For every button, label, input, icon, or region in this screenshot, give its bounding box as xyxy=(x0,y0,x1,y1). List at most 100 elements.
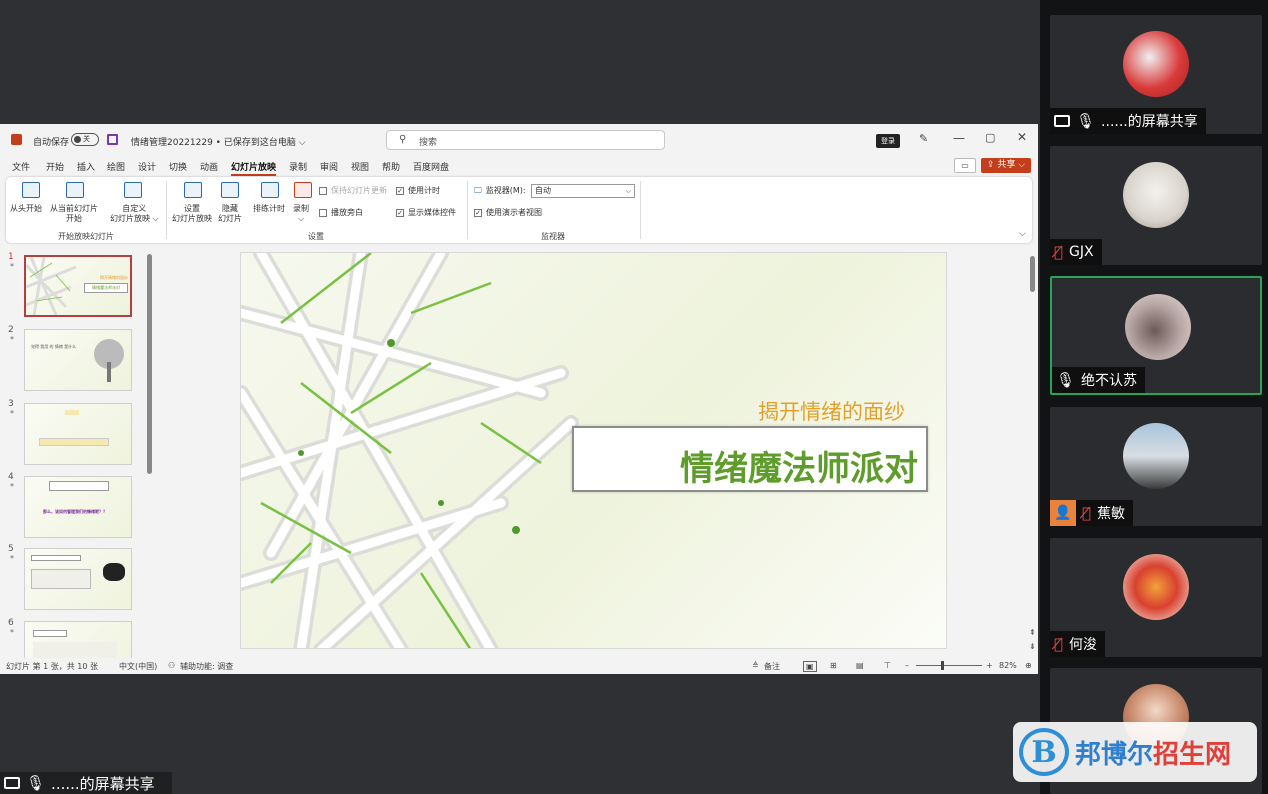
participant-tile[interactable]: 🎙̸ GJX xyxy=(1050,146,1262,265)
record-label: 录制 xyxy=(293,204,309,213)
tab-slideshow[interactable]: 幻灯片放映 xyxy=(231,160,277,176)
tab-record[interactable]: 录制 xyxy=(289,160,307,173)
normal-view-icon[interactable]: ▣ xyxy=(803,661,817,672)
tab-design[interactable]: 设计 xyxy=(138,160,156,173)
participant-tile[interactable]: 🎙̸ 何浚 xyxy=(1050,538,1262,657)
tab-draw[interactable]: 绘图 xyxy=(107,160,125,173)
thumbnail-slide-2[interactable]: 觉得 我用 的 情绪 是什么 xyxy=(24,329,132,391)
tab-file[interactable]: 文件 xyxy=(12,160,30,173)
tab-home[interactable]: 开始 xyxy=(46,160,64,173)
hide-slide-button[interactable]: 隐藏 幻灯片 xyxy=(218,204,242,224)
slide-title-box[interactable]: 情绪魔法师派对 xyxy=(572,426,928,492)
thumbnail-slide-5[interactable] xyxy=(24,548,132,610)
setup-show-button[interactable]: 设置 幻灯片放映 xyxy=(172,204,212,224)
record-dropdown-icon: ⌵ xyxy=(297,214,305,223)
share-button[interactable]: ⇪ 共享 ⌵ xyxy=(981,158,1031,173)
rehearse-timings-icon[interactable] xyxy=(261,182,279,198)
slide-count-status: 幻灯片 第 1 张，共 10 张 xyxy=(6,662,98,671)
login-button[interactable]: 登录 xyxy=(876,134,900,148)
zoom-level[interactable]: 82% xyxy=(999,661,1017,670)
from-current-label-2: 开始 xyxy=(66,214,82,223)
participant-tile[interactable]: 👤 🎙̸ 蕉敏 xyxy=(1050,407,1262,526)
show-media-label: 显示媒体控件 xyxy=(408,208,456,217)
thumb-shape xyxy=(33,630,67,637)
tab-animations[interactable]: 动画 xyxy=(200,160,218,173)
thumbnail-slide-3[interactable] xyxy=(24,403,132,465)
record-icon[interactable] xyxy=(294,182,312,198)
notes-button[interactable]: 备注 xyxy=(764,661,780,672)
thumb-star: * xyxy=(10,554,14,563)
group-divider xyxy=(166,181,167,239)
notes-icon[interactable]: ≜ xyxy=(752,661,759,670)
zoom-slider[interactable] xyxy=(916,665,982,666)
zoom-in-icon[interactable]: + xyxy=(986,661,993,670)
tab-help[interactable]: 帮助 xyxy=(382,160,400,173)
avatar xyxy=(1123,162,1189,228)
ribbon-tabs: 文件 开始 插入 绘图 设计 切换 动画 幻灯片放映 录制 审阅 视图 帮助 百… xyxy=(0,156,1038,176)
accessibility-status[interactable]: 辅助功能: 调查 xyxy=(180,661,233,672)
monitor-select[interactable]: 自动 ⌵ xyxy=(531,184,635,198)
hide-slide-icon[interactable] xyxy=(221,182,239,198)
rehearse-timings-button[interactable]: 排练计时 xyxy=(253,204,285,214)
autosave-toggle[interactable]: 关 xyxy=(71,133,99,146)
close-icon[interactable]: ✕ xyxy=(1017,130,1027,144)
mic-muted-icon: 🎙̸ xyxy=(1054,635,1064,653)
record-button[interactable]: 录制 ⌵ xyxy=(293,204,309,224)
thumb-shape xyxy=(31,555,81,561)
screen-share-label: 🎙 ......的屏幕共享 xyxy=(0,772,172,794)
screen-share-icon xyxy=(4,777,20,789)
mic-icon: 🎙 xyxy=(1076,112,1096,130)
thumb-star: * xyxy=(10,262,14,271)
document-title[interactable]: 情绪管理20221229 • 已保存到这台电脑 ⌵ xyxy=(131,135,306,148)
participant-tile-active-speaker[interactable]: 🎙 绝不认苏 xyxy=(1050,276,1262,395)
presenter-view-checkbox[interactable]: ✓ 使用演示者视图 xyxy=(474,207,542,218)
use-timings-checkbox[interactable]: ✓ 使用计时 xyxy=(396,185,440,196)
show-media-checkbox[interactable]: ✓ 显示媒体控件 xyxy=(396,207,456,218)
play-from-start-icon[interactable] xyxy=(22,182,40,198)
from-start-button[interactable]: 从头开始 xyxy=(10,204,42,214)
search-input[interactable]: ⚲ 搜索 xyxy=(386,130,665,150)
checkmark-icon: ✓ xyxy=(474,208,482,217)
thumbnail-scrollbar[interactable] xyxy=(147,254,152,474)
collapse-ribbon-icon[interactable]: ⌵ xyxy=(1019,229,1026,239)
thumbnail-slide-1[interactable]: 揭开情绪的面纱 情绪魔法师派对 xyxy=(24,255,132,317)
maximize-icon[interactable]: ▢ xyxy=(985,131,995,144)
zoom-out-icon[interactable]: – xyxy=(905,661,909,670)
tab-transitions[interactable]: 切换 xyxy=(169,160,187,173)
save-icon[interactable] xyxy=(107,134,118,145)
thumbnail-slide-6[interactable] xyxy=(24,621,132,658)
comment-icon[interactable]: ▭ xyxy=(954,158,976,173)
minimize-icon[interactable]: — xyxy=(953,131,965,145)
tab-baidu-pan[interactable]: 百度网盘 xyxy=(413,160,449,173)
mic-icon: 🎙 xyxy=(1056,371,1076,389)
prev-slide-icon[interactable]: ⇞ xyxy=(1029,628,1036,637)
custom-show-label-2: 幻灯片放映 ⌵ xyxy=(110,214,159,223)
setup-show-icon[interactable] xyxy=(184,182,202,198)
custom-show-button[interactable]: 自定义 幻灯片放映 ⌵ xyxy=(110,204,159,224)
pen-icon[interactable]: ✎ xyxy=(919,132,928,145)
slide-sorter-icon[interactable]: ⊞ xyxy=(830,661,837,670)
from-current-button[interactable]: 从当前幻灯片 开始 xyxy=(50,204,98,224)
tab-insert[interactable]: 插入 xyxy=(77,160,95,173)
tab-view[interactable]: 视图 xyxy=(351,160,369,173)
autosave-state: 关 xyxy=(83,135,90,143)
reading-view-icon[interactable]: ▤ xyxy=(856,661,864,670)
fit-slide-icon[interactable]: ⊕ xyxy=(1025,661,1032,670)
thumbnail-slide-4[interactable]: 那么，该如何管理我们的情绪呢？？ xyxy=(24,476,132,538)
slide-subtitle[interactable]: 揭开情绪的面纱 xyxy=(758,396,905,426)
ppt-title-bar: 自动保存 关 情绪管理20221229 • 已保存到这台电脑 ⌵ ⚲ 搜索 登录… xyxy=(0,124,1038,156)
current-slide[interactable]: 揭开情绪的面纱 情绪魔法师派对 xyxy=(240,252,947,649)
thumb-star: * xyxy=(10,335,14,344)
participant-tile[interactable]: 🎙 ......的屏幕共享 xyxy=(1050,15,1262,134)
slide-scrollbar-thumb[interactable] xyxy=(1030,256,1035,292)
slideshow-view-icon[interactable]: ⊤ xyxy=(884,661,891,670)
language-status[interactable]: 中文(中国) xyxy=(119,661,157,672)
tab-review[interactable]: 审阅 xyxy=(320,160,338,173)
play-narration-checkbox[interactable]: 播放旁白 xyxy=(319,207,363,218)
play-from-current-icon[interactable] xyxy=(66,182,84,198)
zoom-slider-thumb[interactable] xyxy=(941,661,944,670)
ribbon-panel: 从头开始 从当前幻灯片 开始 自定义 幻灯片放映 ⌵ 开始放映幻灯片 设置 幻灯片放映… xyxy=(6,177,1032,243)
group-label-setup: 设置 xyxy=(308,232,324,241)
next-slide-icon[interactable]: ⇟ xyxy=(1029,642,1036,651)
custom-show-icon[interactable] xyxy=(124,182,142,198)
